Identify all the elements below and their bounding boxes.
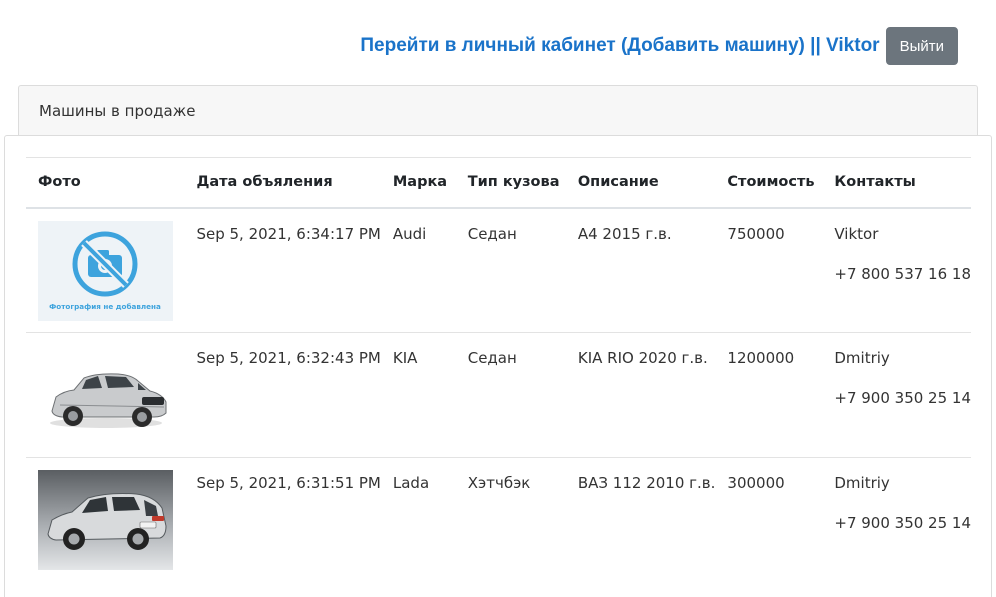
brand-cell: Audi <box>380 207 456 333</box>
body-type-cell: Седан <box>455 332 566 458</box>
photo-cell <box>26 332 185 458</box>
column-header-description: Описание <box>565 157 716 209</box>
column-header-brand: Марка <box>380 157 456 209</box>
photo-cell: Фотография не добавлена <box>26 207 185 333</box>
top-bar: Перейти в личный кабинет (Добавить машин… <box>360 27 958 65</box>
no-photo-placeholder-image: Фотография не добавлена <box>38 220 173 321</box>
date-cell: Sep 5, 2021, 6:32:43 PM <box>184 332 381 458</box>
description-cell: ВАЗ 112 2010 г.в. <box>577 474 716 492</box>
table-row: Фотография не добавлена Sep 5, 2021, 6:3… <box>26 207 971 333</box>
contacts-cell: Dmitriy +7 900 350 25 14 <box>822 458 971 583</box>
date-cell: Sep 5, 2021, 6:31:51 PM <box>196 474 381 492</box>
contact-phone: +7 800 537 16 18 <box>834 264 971 283</box>
column-header-body-type: Тип кузова <box>455 157 566 209</box>
car-photo-kia-suv <box>38 345 173 445</box>
price-cell: 300000 <box>727 474 785 492</box>
table-row: Sep 5, 2021, 6:32:43 PM KIA Седан KIA RI… <box>26 332 971 458</box>
column-header-price: Стоимость <box>715 157 823 209</box>
price-cell: 750000 <box>715 207 823 333</box>
contacts-cell: Dmitriy +7 900 350 25 14 <box>822 332 971 458</box>
contacts-cell: Viktor +7 800 537 16 18 <box>822 207 971 333</box>
no-photo-caption: Фотография не добавлена <box>49 302 161 311</box>
contact-phone: +7 900 350 25 14 <box>834 389 971 407</box>
body-type-cell: Седан <box>455 207 566 333</box>
contact-phone: +7 900 350 25 14 <box>834 514 971 532</box>
body-type-cell: Хэтчбэк <box>467 474 531 492</box>
column-header-photo: Фото <box>26 157 185 209</box>
column-header-contacts: Контакты <box>822 157 971 209</box>
card-title: Машины в продаже <box>39 101 196 120</box>
description-cell: KIA RIO 2020 г.в. <box>565 332 716 458</box>
table-header-row: Фото Дата объяления Марка Тип кузова Опи… <box>26 157 971 209</box>
description-cell: А4 2015 г.в. <box>565 207 716 333</box>
contact-name: Viktor <box>834 224 879 243</box>
price-cell: 1200000 <box>715 332 823 458</box>
card-header: Машины в продаже <box>18 85 978 135</box>
contact-name: Dmitriy <box>834 349 890 367</box>
cabinet-link[interactable]: Перейти в личный кабинет (Добавить машин… <box>360 35 879 57</box>
logout-button[interactable]: Выйти <box>885 27 958 65</box>
cars-table: Фото Дата объяления Марка Тип кузова Опи… <box>26 157 971 583</box>
brand-cell: KIA <box>380 332 456 458</box>
table-row: Sep 5, 2021, 6:31:51 PM Lada Хэтчбэк ВАЗ… <box>26 458 971 583</box>
column-header-date: Дата объяления <box>184 157 381 209</box>
cars-card: Фото Дата объяления Марка Тип кузова Опи… <box>4 135 992 597</box>
photo-cell <box>26 458 184 583</box>
brand-cell: Lada <box>392 474 430 492</box>
contact-name: Dmitriy <box>834 474 890 492</box>
car-photo-lada-hatchback <box>38 470 173 570</box>
date-cell: Sep 5, 2021, 6:34:17 PM <box>184 207 381 333</box>
